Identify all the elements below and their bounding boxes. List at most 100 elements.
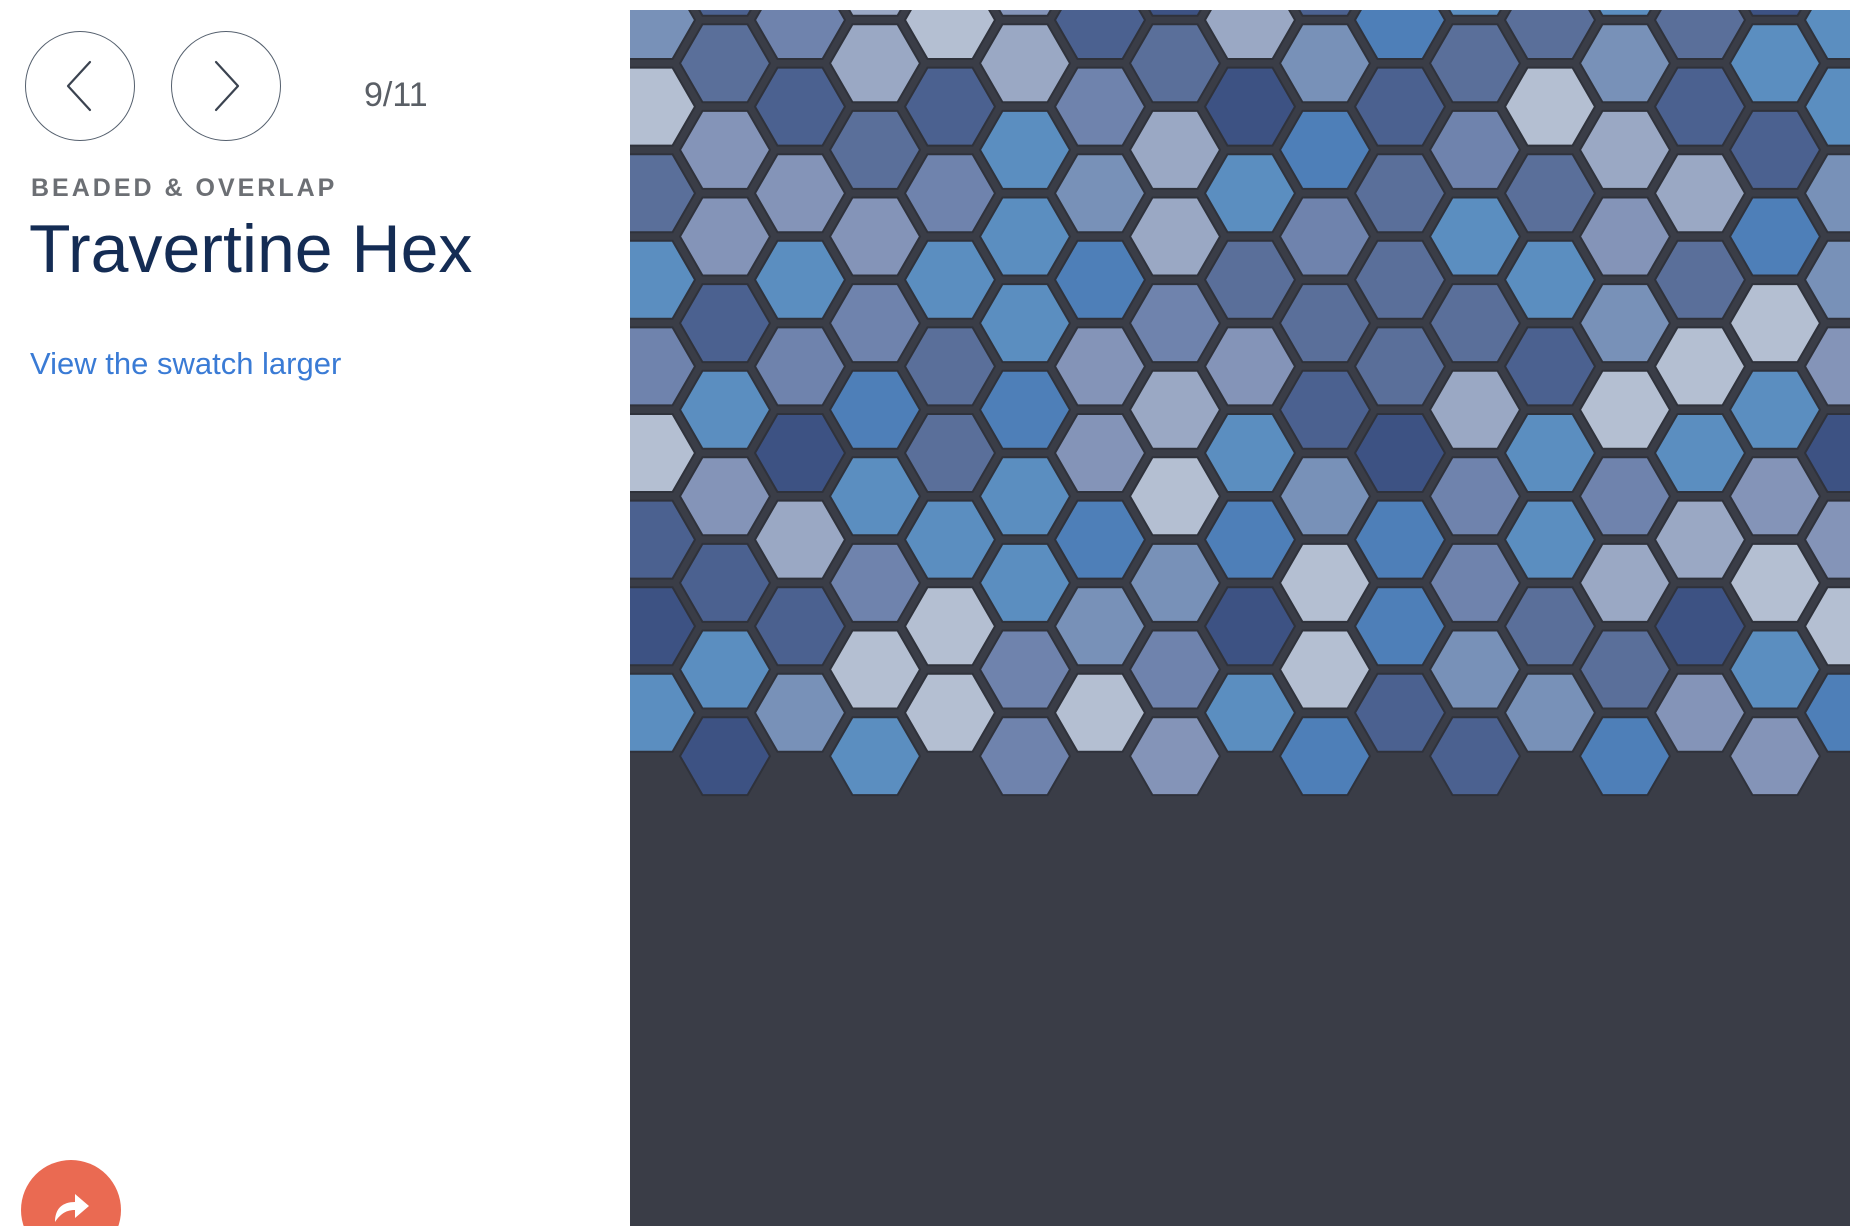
hex-tile xyxy=(1653,10,1747,60)
hex-tile xyxy=(630,153,697,234)
hex-tile xyxy=(1728,283,1822,364)
hex-tile xyxy=(903,499,997,580)
hex-tile xyxy=(1128,542,1222,623)
hex-tile xyxy=(1428,23,1522,104)
hex-tile xyxy=(678,456,772,537)
hex-tile xyxy=(753,413,847,493)
hex-tile xyxy=(903,66,997,147)
hex-tile xyxy=(1653,586,1747,667)
swatch-info-panel: 9/11 BEADED & OVERLAP Travertine Hex Vie… xyxy=(0,0,620,1226)
hex-tile xyxy=(1578,196,1672,277)
hex-tile xyxy=(1278,196,1372,277)
hex-tile xyxy=(1503,413,1597,493)
view-swatch-larger-link[interactable]: View the swatch larger xyxy=(30,346,341,382)
hex-tile xyxy=(753,499,847,580)
hex-tile xyxy=(1728,629,1822,710)
hex-tile xyxy=(1503,499,1597,580)
hex-tile xyxy=(1503,239,1597,320)
swatch-image[interactable] xyxy=(630,10,1850,1226)
hex-tile xyxy=(1428,283,1522,364)
hex-tile xyxy=(753,10,847,60)
hex-tile xyxy=(1428,369,1522,450)
hex-tile xyxy=(1653,499,1747,580)
hex-tile xyxy=(1728,369,1822,450)
hex-tile xyxy=(1653,239,1747,320)
hex-tile xyxy=(1053,499,1147,580)
hex-tile xyxy=(1728,109,1822,190)
hex-tile xyxy=(1203,10,1297,60)
hex-tile xyxy=(1053,66,1147,147)
hex-tile xyxy=(1653,153,1747,234)
hex-tile xyxy=(1578,23,1672,104)
hex-tile xyxy=(903,672,997,753)
hex-tile xyxy=(1448,10,1502,17)
hex-tile xyxy=(1353,499,1447,580)
hex-tile xyxy=(1428,109,1522,190)
hex-tile xyxy=(1203,586,1297,667)
hex-tile xyxy=(1503,10,1597,60)
hex-tile xyxy=(1748,10,1802,17)
hex-tile xyxy=(1653,672,1747,753)
hex-tile xyxy=(1053,672,1147,753)
hex-tile xyxy=(678,716,772,797)
hex-tile xyxy=(678,109,772,190)
hex-tile xyxy=(978,196,1072,277)
hex-tile xyxy=(1578,369,1672,450)
slide-counter: 9/11 xyxy=(364,76,428,114)
hex-tile xyxy=(1503,153,1597,234)
hex-tile xyxy=(828,283,922,364)
hex-tile xyxy=(1053,153,1147,234)
share-button[interactable] xyxy=(21,1160,121,1226)
hex-tile xyxy=(1128,283,1222,364)
hex-tile xyxy=(1353,326,1447,407)
hex-tile xyxy=(828,456,922,537)
hex-tile xyxy=(1278,283,1372,364)
hex-tile xyxy=(1503,66,1597,147)
hex-tile-pattern xyxy=(630,10,1850,797)
hex-tile xyxy=(1128,456,1222,537)
hex-tile xyxy=(1128,196,1222,277)
hex-tile xyxy=(1653,66,1747,147)
hex-tile xyxy=(1278,369,1372,450)
hex-tile xyxy=(903,153,997,234)
hex-tile xyxy=(753,586,847,667)
hex-tile xyxy=(1203,66,1297,147)
hex-tile xyxy=(678,369,772,450)
next-button[interactable] xyxy=(171,31,281,141)
hex-tile xyxy=(630,586,697,667)
hex-tile xyxy=(1653,326,1747,407)
hex-tile xyxy=(1128,109,1222,190)
hex-tile xyxy=(1128,369,1222,450)
hex-tile xyxy=(978,283,1072,364)
hex-tile xyxy=(828,109,922,190)
chevron-left-icon xyxy=(66,60,92,112)
hex-tile xyxy=(1128,23,1222,104)
hex-tile xyxy=(1053,10,1147,60)
hex-tile xyxy=(1128,629,1222,710)
hex-tile xyxy=(753,66,847,147)
hex-tile xyxy=(978,23,1072,104)
hex-tile xyxy=(1653,413,1747,493)
hex-tile xyxy=(903,586,997,667)
hex-tile xyxy=(978,369,1072,450)
hex-tile xyxy=(1578,716,1672,797)
hex-tile xyxy=(1728,196,1822,277)
hex-tile xyxy=(1428,196,1522,277)
hex-tile xyxy=(678,283,772,364)
hex-tile xyxy=(1728,456,1822,537)
hex-tile xyxy=(1578,456,1672,537)
hex-tile xyxy=(1728,23,1822,104)
hex-tile xyxy=(978,629,1072,710)
previous-button[interactable] xyxy=(25,31,135,141)
hex-tile xyxy=(1053,239,1147,320)
hex-tile xyxy=(1278,23,1372,104)
hex-tile xyxy=(1278,542,1372,623)
hex-tile xyxy=(1353,413,1447,493)
hex-tile xyxy=(828,629,922,710)
hex-tile xyxy=(1353,10,1447,60)
hex-tile xyxy=(1203,413,1297,493)
chevron-right-icon xyxy=(214,60,240,112)
hex-tile xyxy=(848,10,902,17)
hex-tile xyxy=(630,499,697,580)
hex-tile xyxy=(1053,586,1147,667)
